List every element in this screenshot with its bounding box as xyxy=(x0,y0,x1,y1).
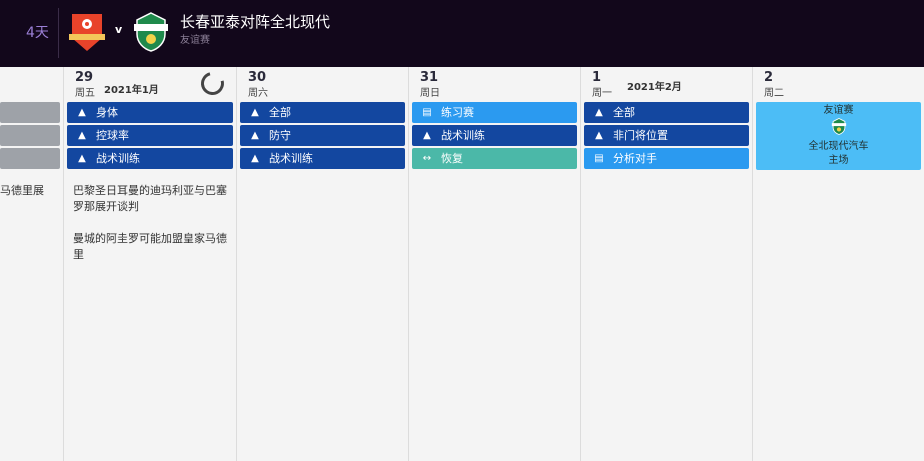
training-item[interactable]: ▲ 防守 xyxy=(240,125,405,146)
versus-label: v xyxy=(115,23,123,36)
cone-icon: ▲ xyxy=(251,130,259,141)
training-item[interactable]: ▲ 战术训练 xyxy=(412,125,577,146)
weekday: 周五 xyxy=(75,88,95,99)
training-item[interactable] xyxy=(0,148,60,169)
match-type: 友谊赛 xyxy=(180,35,210,46)
cone-icon: ▲ xyxy=(595,130,603,141)
item-label: 全部 xyxy=(613,106,635,119)
item-label: 全部 xyxy=(269,106,291,119)
training-item[interactable]: ▤ 练习赛 xyxy=(412,102,577,123)
item-label: 战术训练 xyxy=(96,152,140,165)
news-item[interactable]: 马德里展 xyxy=(0,183,54,199)
changchun-yatai-badge-icon xyxy=(69,14,105,51)
day-number: 31 xyxy=(420,70,439,85)
weekday: 周二 xyxy=(764,88,784,99)
item-label: 防守 xyxy=(269,129,291,142)
calendar-day-29: 29 周五 2021年1月 ▲ 身体 ▲ 控球率 ▲ 战术训练 巴黎圣日耳曼的迪玛利亚… xyxy=(64,67,237,461)
jeonbuk-badge-icon xyxy=(831,118,846,135)
calendar-day-1: 1 周一 2021年2月 ▲ 全部 ▲ 非门将位置 ▤ 分析对手 xyxy=(581,67,753,461)
item-label: 控球率 xyxy=(96,129,129,142)
venue: 主场 xyxy=(828,155,849,166)
training-item[interactable]: ▲ 全部 xyxy=(584,102,749,123)
training-item[interactable]: ▲ 控球率 xyxy=(67,125,233,146)
training-item[interactable]: ▤ 分析对手 xyxy=(584,148,749,169)
news-item[interactable]: 曼城的阿圭罗可能加盟皇家马德里 xyxy=(73,231,227,263)
item-label: 分析对手 xyxy=(613,152,657,165)
day-number: 30 xyxy=(248,70,267,85)
item-label: 身体 xyxy=(96,106,118,119)
training-item[interactable] xyxy=(0,102,60,123)
calendar-day-31: 31 周日 ▤ 练习赛 ▲ 战术训练 ↔ 恢复 xyxy=(409,67,581,461)
cone-icon: ▲ xyxy=(251,107,259,118)
training-item[interactable]: ↔ 恢复 xyxy=(412,148,577,169)
weekday: 周日 xyxy=(420,88,440,99)
day-number: 2 xyxy=(764,70,774,85)
training-item[interactable]: ▲ 身体 xyxy=(67,102,233,123)
item-label: 练习赛 xyxy=(441,106,474,119)
match-card[interactable]: 友谊赛 全北现代汽车 主场 xyxy=(756,102,921,170)
day-number: 1 xyxy=(592,70,602,85)
cone-icon: ▲ xyxy=(78,130,86,141)
day-number: 29 xyxy=(75,70,94,85)
document-icon: ▤ xyxy=(594,153,604,164)
match-header: 4天 v 长春亚泰对阵全北现代 友谊赛 xyxy=(0,0,924,67)
month-label: 2021年2月 xyxy=(627,82,682,93)
jeonbuk-badge-icon xyxy=(134,12,168,52)
match-type: 友谊赛 xyxy=(823,105,854,116)
item-label: 恢复 xyxy=(441,152,463,165)
calendar-day-2: 2 周二 友谊赛 全北现代汽车 主场 xyxy=(753,67,924,461)
calendar-day-30: 30 周六 ▲ 全部 ▲ 防守 ▲ 战术训练 xyxy=(237,67,409,461)
item-label: 非门将位置 xyxy=(613,129,668,142)
cone-icon: ▲ xyxy=(251,153,259,164)
training-item[interactable] xyxy=(0,125,60,146)
opponent-name: 全北现代汽车 xyxy=(808,141,869,152)
recovery-icon: ↔ xyxy=(422,153,432,164)
training-item[interactable]: ▲ 全部 xyxy=(240,102,405,123)
divider xyxy=(58,8,59,58)
calendar-day-previous: 马德里展 xyxy=(0,67,64,461)
month-label: 2021年1月 xyxy=(104,85,159,96)
loading-spinner-icon xyxy=(196,67,229,100)
cone-icon: ▲ xyxy=(423,130,431,141)
training-item[interactable]: ▲ 非门将位置 xyxy=(584,125,749,146)
cone-icon: ▲ xyxy=(595,107,603,118)
cone-icon: ▲ xyxy=(78,107,86,118)
match-title[interactable]: 长春亚泰对阵全北现代 xyxy=(180,11,330,32)
training-item[interactable]: ▲ 战术训练 xyxy=(240,148,405,169)
weekday: 周六 xyxy=(248,88,268,99)
training-item[interactable]: ▲ 战术训练 xyxy=(67,148,233,169)
document-icon: ▤ xyxy=(422,107,432,118)
item-label: 战术训练 xyxy=(441,129,485,142)
cone-icon: ▲ xyxy=(78,153,86,164)
news-item[interactable]: 巴黎圣日耳曼的迪玛利亚与巴塞罗那展开谈判 xyxy=(73,183,227,215)
item-label: 战术训练 xyxy=(269,152,313,165)
weekday: 周一 xyxy=(592,88,612,99)
days-until-match: 4天 xyxy=(26,25,49,41)
